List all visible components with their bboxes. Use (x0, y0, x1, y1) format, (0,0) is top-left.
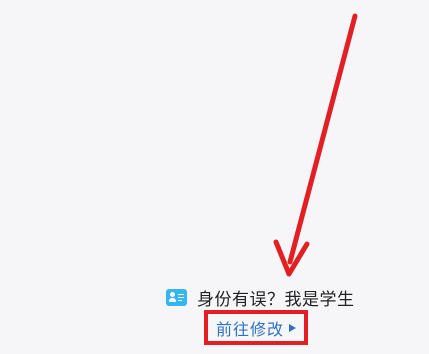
annotation-arrow-shaft (287, 13, 358, 265)
go-edit-label: 前往修改 (215, 319, 284, 339)
identity-prompt-text: 身份有误？我是学生 (197, 289, 355, 310)
annotation-arrow-head (273, 239, 310, 277)
id-card-icon (166, 288, 187, 306)
page-background: 身份有误？我是学生 前往修改 (0, 0, 429, 354)
identity-prompt-row: 身份有误？我是学生 (166, 286, 355, 310)
go-edit-link[interactable]: 前往修改 (204, 310, 308, 345)
play-triangle-icon (289, 323, 296, 332)
